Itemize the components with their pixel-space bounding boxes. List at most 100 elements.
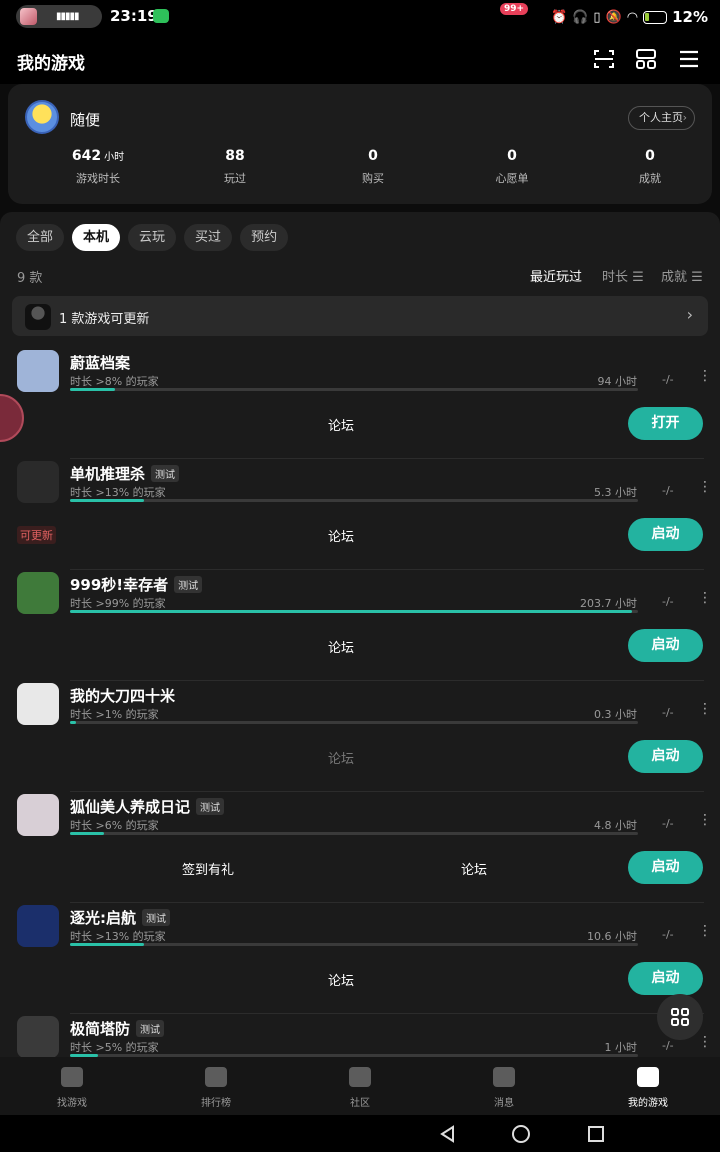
game-achievement: -/- <box>662 1039 674 1052</box>
nav-label: 我的游戏 <box>628 1098 668 1109</box>
profile-homepage-button[interactable]: 个人主页 › <box>628 106 695 130</box>
sort-achievement[interactable]: 成就 ☰ <box>661 266 703 285</box>
game-hours: 203.7 小时 <box>580 597 637 610</box>
sort-duration[interactable]: 时长 ☰ <box>602 266 644 285</box>
status-time: 23:19 <box>110 7 158 25</box>
bottom-nav: 找游戏 排行榜 社区 消息 我的游戏 <box>0 1057 720 1115</box>
stat-number: 0 <box>645 148 655 164</box>
grid-fab[interactable] <box>657 994 703 1040</box>
playtime-fill <box>70 943 144 946</box>
stat-0[interactable]: 642 小时游戏时长 <box>38 148 158 186</box>
game-percentile: 时长 >13% 的玩家 <box>70 930 166 943</box>
home-icon[interactable] <box>511 1124 531 1144</box>
forum-link[interactable]: 论坛 <box>328 526 354 545</box>
launch-button[interactable]: 打开 <box>628 407 703 440</box>
stat-value: 642 小时 <box>38 148 158 164</box>
forum-link[interactable]: 论坛 <box>461 859 487 878</box>
stat-value: 0 <box>590 148 710 164</box>
stat-label: 游戏时长 <box>76 172 120 185</box>
more-icon[interactable]: ⋮ <box>698 923 712 939</box>
stat-2[interactable]: 0 购买 <box>313 148 433 186</box>
media-pill[interactable]: ▮▮▮▮▮ <box>16 5 102 28</box>
game-icon[interactable] <box>17 572 59 614</box>
update-banner-text: 1 款游戏可更新 <box>59 312 150 327</box>
scan-icon[interactable] <box>593 48 615 70</box>
forum-link[interactable]: 论坛 <box>328 637 354 656</box>
game-hours: 4.8 小时 <box>594 819 637 832</box>
forum-link[interactable]: 论坛 <box>328 970 354 989</box>
nav-leaderboard[interactable]: 排行榜 <box>144 1057 288 1115</box>
chevron-right-icon: › <box>682 111 687 124</box>
my-games-icon <box>637 1067 659 1087</box>
sort-achievement-label: 成就 <box>661 270 688 285</box>
playtime-bar <box>70 610 638 613</box>
sort-recent[interactable]: 最近玩过 <box>530 266 582 285</box>
nav-community[interactable]: 社区 <box>288 1057 432 1115</box>
forum-link[interactable]: 论坛 <box>328 415 354 434</box>
game-icon[interactable] <box>17 683 59 725</box>
stat-4[interactable]: 0 成就 <box>590 148 710 186</box>
community-icon <box>349 1067 371 1087</box>
tab-1[interactable]: 本机 <box>72 224 121 251</box>
stat-label: 成就 <box>639 172 661 185</box>
stat-value: 0 <box>313 148 433 164</box>
stat-label: 心愿单 <box>495 172 529 185</box>
game-title: 999秒!幸存者 测试 <box>70 574 203 595</box>
more-icon[interactable]: ⋮ <box>698 479 712 495</box>
app-header: 我的游戏 <box>0 34 720 84</box>
game-icon[interactable] <box>17 350 59 392</box>
tab-2[interactable]: 云玩 <box>128 224 177 251</box>
launch-button[interactable]: 启动 <box>628 740 703 773</box>
alarm-icon: ⏰ <box>551 9 568 25</box>
more-icon[interactable]: ⋮ <box>698 590 712 606</box>
game-icon[interactable] <box>17 461 59 503</box>
update-banner[interactable]: 1 款游戏可更新 › <box>12 296 708 336</box>
stat-number: 0 <box>507 148 517 164</box>
layout-icon[interactable] <box>635 48 657 70</box>
stat-unit: 小时 <box>104 152 125 163</box>
more-icon[interactable]: ⋮ <box>698 812 712 828</box>
back-icon[interactable] <box>438 1124 458 1144</box>
recents-icon[interactable] <box>586 1124 606 1144</box>
game-percentile: 时长 >8% 的玩家 <box>70 375 159 388</box>
launch-button[interactable]: 启动 <box>628 962 703 995</box>
game-title: 我的大刀四十米 <box>70 685 175 706</box>
username: 随便 <box>70 111 101 129</box>
avatar[interactable] <box>25 100 59 134</box>
game-icon[interactable] <box>17 794 59 836</box>
grid-icon <box>671 1008 689 1026</box>
game-achievement: -/- <box>662 484 674 497</box>
stat-1[interactable]: 88 玩过 <box>175 148 295 186</box>
tab-4[interactable]: 预约 <box>240 224 289 251</box>
nav-messages[interactable]: 消息 <box>432 1057 576 1115</box>
forum-link[interactable]: 论坛 <box>328 748 354 767</box>
mute-icon: 🔕 <box>605 9 622 25</box>
more-icon[interactable]: ⋮ <box>698 368 712 384</box>
menu-icon[interactable] <box>678 48 700 70</box>
game-icon[interactable] <box>17 905 59 947</box>
playtime-fill <box>70 721 76 724</box>
game-name: 极简塔防 <box>70 1020 131 1038</box>
game-achievement: -/- <box>662 373 674 386</box>
stat-number: 88 <box>225 148 245 164</box>
battery-percent: 12% <box>672 8 708 26</box>
stat-value: 0 <box>452 148 572 164</box>
launch-button[interactable]: 启动 <box>628 518 703 551</box>
checkin-link[interactable]: 签到有礼 <box>182 859 234 878</box>
nav-my-games[interactable]: 我的游戏 <box>576 1057 720 1115</box>
wifi-icon: ◠ <box>626 9 639 25</box>
tab-0[interactable]: 全部 <box>16 224 65 251</box>
playtime-bar <box>70 832 638 835</box>
playtime-bar <box>70 721 638 724</box>
stat-3[interactable]: 0 心愿单 <box>452 148 572 186</box>
game-row: 单机推理杀 测试 时长 >13% 的玩家 5.3 小时 -/- ⋮ 可更新 论坛 启动 <box>0 459 720 570</box>
game-achievement: -/- <box>662 817 674 830</box>
filter-tabs: 全部 本机 云玩 买过 预约 <box>16 224 289 251</box>
nav-find-games[interactable]: 找游戏 <box>0 1057 144 1115</box>
messages-icon <box>493 1067 515 1087</box>
more-icon[interactable]: ⋮ <box>698 701 712 717</box>
launch-button[interactable]: 启动 <box>628 851 703 884</box>
launch-button[interactable]: 启动 <box>628 629 703 662</box>
game-icon[interactable] <box>17 1016 59 1057</box>
tab-3[interactable]: 买过 <box>184 224 233 251</box>
